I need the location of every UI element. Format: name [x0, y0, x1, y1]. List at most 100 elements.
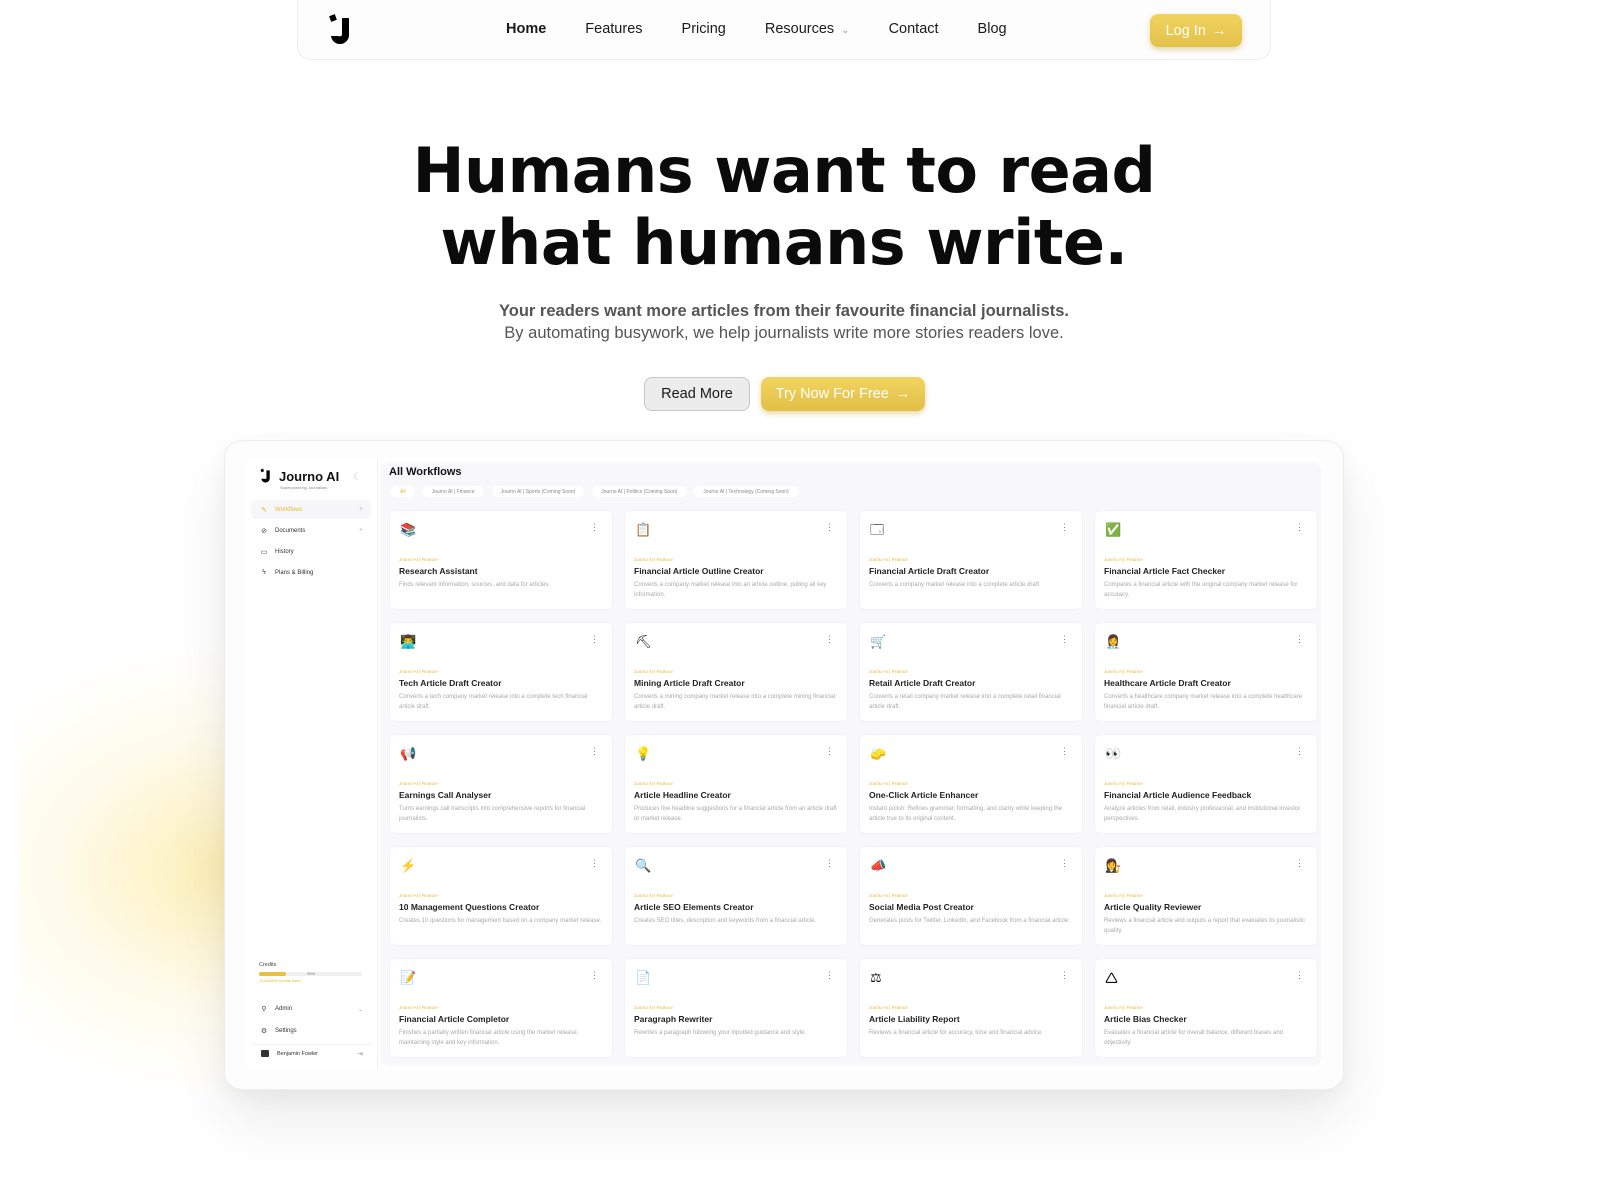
more-options-icon[interactable]: ⋮	[1060, 971, 1069, 980]
workflow-card[interactable]: 📣 ⋮ Journo AI | Finance Social Media Post C…	[860, 847, 1082, 945]
workflow-category: Journo AI | Finance	[399, 781, 438, 786]
filter-chip[interactable]: Journo AI | Politics (Coming Soon)	[592, 486, 687, 497]
workflow-card[interactable]: 💡 ⋮ Journo AI | Finance Article Headline Cr…	[625, 735, 847, 833]
logo-icon[interactable]	[326, 14, 356, 46]
hero-subtitle: By automating busywork, we help journali…	[504, 324, 1064, 342]
filter-chip[interactable]: All	[391, 486, 415, 497]
more-options-icon[interactable]: ⋮	[1295, 971, 1304, 980]
workflow-title: Social Media Post Creator	[869, 902, 974, 912]
workflow-card[interactable]: 📝 ⋮ Journo AI | Finance Financial Article C…	[390, 959, 612, 1057]
more-options-icon[interactable]: ⋮	[590, 971, 599, 980]
workflow-category: Journo AI | Finance	[869, 669, 908, 674]
dark-mode-toggle-icon[interactable]: ☾	[353, 472, 362, 483]
workflow-card[interactable]: 👩‍⚕️ ⋮ Journo AI | Finance Healthcare Artic…	[1095, 623, 1317, 721]
more-options-icon[interactable]: ⋮	[590, 635, 599, 644]
more-options-icon[interactable]: ⋮	[825, 971, 834, 980]
more-options-icon[interactable]: ⋮	[1295, 859, 1304, 868]
workflow-card[interactable]: 🗔 ⋮ Journo AI | Finance Financial Article D…	[860, 511, 1082, 609]
more-options-icon[interactable]: ⋮	[590, 747, 599, 756]
more-options-icon[interactable]: ⋮	[1060, 635, 1069, 644]
workflow-title: 10 Management Questions Creator	[399, 902, 540, 912]
nav-pricing[interactable]: Pricing	[682, 21, 726, 37]
more-options-icon[interactable]: ⋮	[1060, 859, 1069, 868]
workflow-card[interactable]: 📄 ⋮ Journo AI | Finance Paragraph Rewriter R…	[625, 959, 847, 1057]
sidebar-footer: ⚲ Admin ⌄ ⚙ Settings	[251, 999, 371, 1043]
workflow-card[interactable]: 🔍 ⋮ Journo AI | Finance Article SEO Element…	[625, 847, 847, 945]
sidebar-item-plans-billing[interactable]: ϟ Plans & Billing	[251, 563, 371, 582]
workflow-card[interactable]: 🛒 ⋮ Journo AI | Finance Retail Article Draf…	[860, 623, 1082, 721]
more-options-icon[interactable]: ⋮	[825, 859, 834, 868]
workflow-grid: 📚 ⋮ Journo AI | Finance Research Assistant F…	[390, 511, 1317, 1057]
workflow-description: Generates posts for Twitter, LinkedIn, a…	[869, 918, 1070, 924]
plus-icon[interactable]: +	[359, 506, 363, 513]
workflow-card[interactable]: ⚖ ⋮ Journo AI | Finance Article Liability R…	[860, 959, 1082, 1057]
more-options-icon[interactable]: ⋮	[1295, 635, 1304, 644]
workflow-card[interactable]: 👨‍💻 ⋮ Journo AI | Finance Tech Article Draf…	[390, 623, 612, 721]
pick-icon: ⛏	[635, 634, 652, 649]
chevron-down-icon: ⌄	[841, 24, 850, 36]
filter-chip[interactable]: Journo AI | Technology (Coming Soon)	[694, 486, 798, 497]
workflow-title: Article Bias Checker	[1104, 1014, 1187, 1024]
workflow-description: Evaluates a financial article for overal…	[1104, 1030, 1283, 1046]
more-options-icon[interactable]: ⋮	[1060, 523, 1069, 532]
judge-icon: 👩‍⚖️	[1105, 858, 1122, 873]
more-options-icon[interactable]: ⋮	[1295, 523, 1304, 532]
workflow-card[interactable]: 📚 ⋮ Journo AI | Finance Research Assistant F…	[390, 511, 612, 609]
workflow-card[interactable]: 👩‍⚖️ ⋮ Journo AI | Finance Article Quality …	[1095, 847, 1317, 945]
more-options-icon[interactable]: ⋮	[825, 635, 834, 644]
filter-chip[interactable]: Journo AI | Sports (Coming Soon)	[491, 486, 585, 497]
workflow-card[interactable]: 🛆 ⋮ Journo AI | Finance Article Bias Checke…	[1095, 959, 1317, 1057]
workflow-card[interactable]: ⚡ ⋮ Journo AI | Finance 10 Management Quest…	[390, 847, 612, 945]
key-icon: ⚲	[261, 1006, 267, 1013]
credits-panel: Credits 26% 1243/4800 credits used	[259, 962, 364, 983]
workflow-title: One-Click Article Enhancer	[869, 790, 979, 800]
read-more-button[interactable]: Read More	[644, 377, 750, 411]
more-options-icon[interactable]: ⋮	[825, 747, 834, 756]
workflows-title: All Workflows	[389, 466, 462, 478]
workflow-card[interactable]: ✅ ⋮ Journo AI | Finance Financial Article F…	[1095, 511, 1317, 609]
hero-subtitle-bold: Your readers want more articles from the…	[498, 302, 1070, 320]
workflow-category: Journo AI | Finance	[399, 893, 438, 898]
more-options-icon[interactable]: ⋮	[1295, 747, 1304, 756]
nav-features[interactable]: Features	[585, 21, 642, 37]
nav-resources[interactable]: Resources ⌄	[765, 21, 850, 37]
workflow-description: Converts a tech company market release i…	[399, 694, 588, 710]
sidebar-item-label: Settings	[275, 1028, 297, 1034]
nav-blog[interactable]: Blog	[978, 21, 1007, 37]
workflow-category: Journo AI | Finance	[634, 781, 673, 786]
workflow-description: Turns earnings call transcripts into com…	[399, 806, 586, 822]
memo-icon: 📝	[400, 970, 417, 985]
workflow-category: Journo AI | Finance	[399, 1005, 438, 1010]
sidebar-item-documents[interactable]: ⊘ Documents +	[251, 521, 371, 540]
more-options-icon[interactable]: ⋮	[590, 859, 599, 868]
sidebar-item-admin[interactable]: ⚲ Admin ⌄	[251, 999, 371, 1019]
nav-contact[interactable]: Contact	[889, 21, 939, 37]
workflow-category: Journo AI | Finance	[869, 893, 908, 898]
workflow-card[interactable]: 👀 ⋮ Journo AI | Finance Financial Article A…	[1095, 735, 1317, 833]
login-button[interactable]: Log In →	[1150, 14, 1242, 47]
more-options-icon[interactable]: ⋮	[1060, 747, 1069, 756]
sidebar-item-workflows[interactable]: ✎ Workflows +	[251, 500, 371, 519]
filter-chip[interactable]: Journo AI | Finance	[422, 486, 484, 497]
top-navbar: Home Features Pricing Resources ⌄ Contact…	[297, 0, 1271, 60]
workflow-title: Earnings Call Analyser	[399, 790, 492, 800]
arrow-right-icon: →	[895, 386, 911, 402]
more-options-icon[interactable]: ⋮	[825, 523, 834, 532]
workflow-description: Converts a mining company market release…	[634, 694, 836, 710]
chevron-down-icon: ⌄	[357, 1006, 363, 1013]
user-profile[interactable]: Benjamin Fowler ⇥	[251, 1044, 371, 1062]
bias-icon: 🛆	[1105, 970, 1119, 985]
workflow-title: Article Headline Creator	[634, 790, 731, 800]
workflow-description: Analyze articles from retail, industry p…	[1104, 806, 1301, 822]
try-now-button[interactable]: Try Now For Free →	[761, 377, 925, 411]
sidebar-item-settings[interactable]: ⚙ Settings	[251, 1021, 371, 1041]
workflow-card[interactable]: 📋 ⋮ Journo AI | Finance Financial Article O…	[625, 511, 847, 609]
more-options-icon[interactable]: ⋮	[590, 523, 599, 532]
sidebar-item-history[interactable]: ▭ History	[251, 542, 371, 561]
logout-icon[interactable]: ⇥	[357, 1050, 363, 1058]
workflow-card[interactable]: 🧽 ⋮ Journo AI | Finance One-Click Article E…	[860, 735, 1082, 833]
plus-icon[interactable]: +	[359, 527, 363, 534]
nav-home[interactable]: Home	[506, 21, 546, 37]
workflow-card[interactable]: ⛏ ⋮ Journo AI | Finance Mining Article Draf…	[625, 623, 847, 721]
workflow-card[interactable]: 📢 ⋮ Journo AI | Finance Earnings Call Analy…	[390, 735, 612, 833]
